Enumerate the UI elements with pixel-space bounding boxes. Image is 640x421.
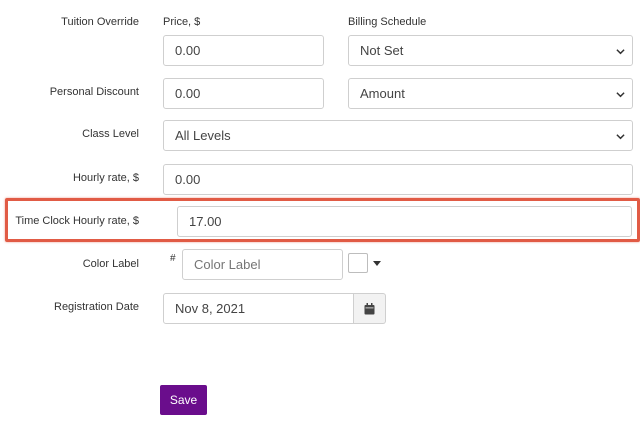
price-label: Price, $: [163, 16, 201, 28]
discount-type-value: Amount: [360, 86, 405, 101]
discount-type-select[interactable]: Amount: [348, 78, 633, 109]
hourly-rate-input[interactable]: 0.00: [163, 164, 633, 195]
calendar-icon: [364, 303, 375, 315]
personal-discount-label: Personal Discount: [49, 86, 139, 98]
color-label-input[interactable]: [182, 249, 343, 280]
class-level-select[interactable]: All Levels: [163, 120, 633, 151]
tuition-override-label: Tuition Override: [61, 16, 139, 28]
hash-symbol: #: [170, 253, 176, 264]
class-level-label: Class Level: [82, 128, 139, 140]
chevron-down-icon: [616, 134, 625, 140]
time-clock-hourly-rate-label: Time Clock Hourly rate, $: [15, 215, 139, 227]
billing-schedule-label: Billing Schedule: [348, 16, 427, 28]
personal-discount-input[interactable]: 0.00: [163, 78, 324, 109]
caret-down-icon[interactable]: [372, 260, 382, 268]
price-input[interactable]: 0.00: [163, 35, 324, 66]
hourly-rate-label: Hourly rate, $: [72, 172, 139, 184]
billing-schedule-value: Not Set: [360, 43, 404, 58]
time-clock-hourly-rate-input[interactable]: 17.00: [177, 206, 632, 237]
class-level-value: All Levels: [175, 128, 231, 143]
chevron-down-icon: [616, 92, 625, 98]
color-swatch[interactable]: [348, 253, 368, 273]
color-label-label: Color Label: [82, 258, 139, 270]
billing-schedule-select[interactable]: Not Set: [348, 35, 633, 66]
save-button[interactable]: Save: [160, 385, 207, 415]
registration-date-label: Registration Date: [54, 301, 139, 313]
registration-date-input[interactable]: Nov 8, 2021: [163, 293, 354, 324]
calendar-button[interactable]: [354, 293, 386, 324]
chevron-down-icon: [616, 49, 625, 55]
